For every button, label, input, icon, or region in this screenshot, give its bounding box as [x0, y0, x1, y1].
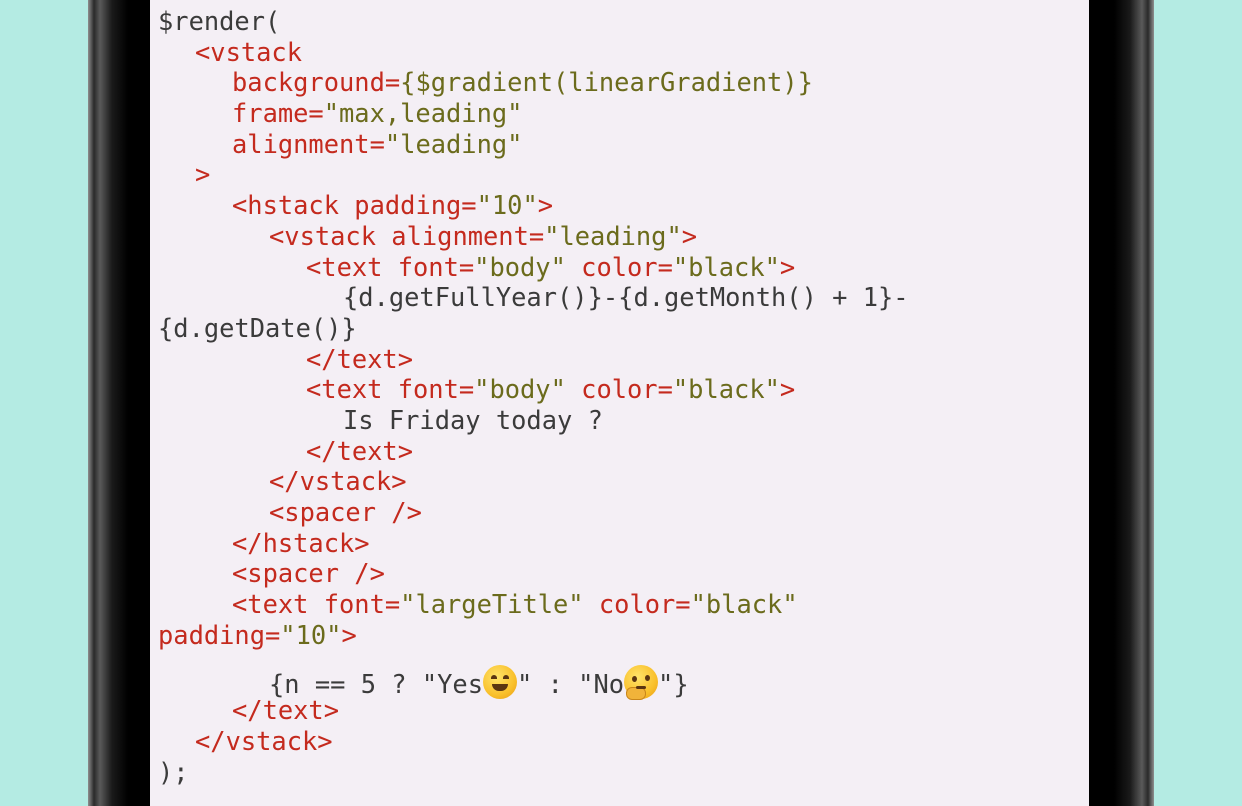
thinking-hand-shape — [626, 687, 647, 701]
question-text: Is Friday today ? — [343, 404, 603, 435]
code-line-15: </text> — [158, 436, 1083, 467]
padding-value: "10" — [476, 190, 538, 221]
color-attr-question: color= — [565, 374, 673, 405]
code-line-22: {n == 5 ? "Yes " : "No "} — [158, 650, 1083, 701]
code-line-2: <vstack — [158, 37, 1083, 68]
text-close-tag-question: </text> — [306, 435, 414, 466]
inner-alignment-value: "leading" — [544, 220, 682, 251]
render-call-close: ); — [158, 756, 189, 787]
text-open-tag-date: <text — [306, 251, 383, 282]
code-line-21: padding="10"> — [158, 620, 1083, 651]
code-line-18: </hstack> — [158, 528, 1083, 559]
padding-attr-title: padding= — [158, 619, 281, 650]
code-line-5: alignment="leading" — [158, 129, 1083, 160]
code-line-1: $render( — [158, 6, 1083, 37]
text-open-end-date: > — [779, 251, 796, 282]
code-line-4: frame="max,leading" — [158, 98, 1083, 129]
render-call: $render( — [158, 6, 281, 36]
text-open-end-question: > — [779, 374, 796, 405]
background-attr: background= — [232, 67, 401, 98]
code-line-11: {d.getDate()} — [158, 313, 1083, 344]
code-line-17: <spacer /> — [158, 497, 1083, 528]
font-attr-date: font= — [382, 251, 475, 282]
color-value-date: "black" — [672, 251, 780, 282]
hstack-open-end: > — [537, 190, 554, 221]
padding-value-title: "10" — [280, 619, 342, 650]
code-line-13: <text font="body" color="black"> — [158, 374, 1083, 405]
code-line-12: </text> — [158, 344, 1083, 375]
color-value-title: "black" — [690, 589, 798, 620]
code-line-20: <text font="largeTitle" color="black" — [158, 589, 1083, 620]
vstack-close-tag: </vstack> — [195, 726, 333, 757]
background-value: {$gradient(linearGradient)} — [400, 67, 813, 98]
font-attr-title: font= — [308, 589, 401, 620]
frame-attr: frame= — [232, 98, 324, 129]
text-open-tag-question: <text — [306, 374, 383, 405]
ternary-expression-middle: " : "No — [517, 669, 625, 700]
text-close-tag-title: </text> — [232, 695, 340, 726]
color-value-question: "black" — [672, 374, 780, 405]
text-open-tag-title: <text — [232, 589, 309, 620]
inner-vstack-open-tag: <vstack — [269, 220, 377, 251]
inner-vstack-open-end: > — [681, 220, 698, 251]
padding-attr: padding= — [339, 190, 477, 221]
code-line-7: <hstack padding="10"> — [158, 190, 1083, 221]
text-close-tag-date: </text> — [306, 343, 414, 374]
code-line-10: {d.getFullYear()}-{d.getMonth() + 1}- — [158, 282, 1083, 313]
date-expression: {d.getFullYear()}-{d.getMonth() + 1}- — [343, 282, 909, 313]
vstack-close-bracket: > — [195, 159, 211, 190]
hstack-close-tag: </hstack> — [232, 527, 370, 558]
inner-alignment-attr: alignment= — [376, 220, 545, 251]
alignment-attr: alignment= — [232, 128, 385, 159]
code-line-16: </vstack> — [158, 466, 1083, 497]
thinking-face-icon — [624, 665, 659, 701]
color-attr-title: color= — [583, 589, 691, 620]
color-attr-date: color= — [565, 251, 673, 282]
code-line-9: <text font="body" color="black"> — [158, 252, 1083, 283]
vstack-open-tag: <vstack — [195, 36, 303, 67]
smiling-face-icon — [483, 665, 518, 700]
font-value-question: "body" — [474, 374, 566, 405]
font-attr-question: font= — [382, 374, 475, 405]
font-value-title: "largeTitle" — [400, 589, 584, 620]
code-screen: $render( <vstack background={$gradient(l… — [150, 0, 1089, 806]
frame-value: "max,leading" — [323, 98, 523, 129]
spacer-tag-inner: <spacer /> — [269, 497, 422, 527]
code-line-24: </vstack> — [158, 726, 1083, 757]
inner-vstack-close-tag: </vstack> — [269, 466, 407, 497]
code-line-3: background={$gradient(linearGradient)} — [158, 67, 1083, 98]
alignment-value: "leading" — [384, 128, 523, 159]
code-line-19: <spacer /> — [158, 558, 1083, 589]
code-block: $render( <vstack background={$gradient(l… — [158, 6, 1083, 788]
ternary-expression-end: "} — [658, 669, 689, 700]
code-line-14: Is Friday today ? — [158, 405, 1083, 436]
code-line-6: > — [158, 159, 1083, 190]
font-value-date: "body" — [474, 251, 566, 282]
spacer-tag-outer: <spacer /> — [232, 558, 385, 589]
date-expression-cont: {d.getDate()} — [158, 312, 357, 343]
code-line-25: ); — [158, 757, 1083, 788]
code-line-8: <vstack alignment="leading"> — [158, 221, 1083, 252]
text-open-end-title: > — [341, 619, 357, 650]
hstack-open-tag: <hstack — [232, 190, 340, 221]
